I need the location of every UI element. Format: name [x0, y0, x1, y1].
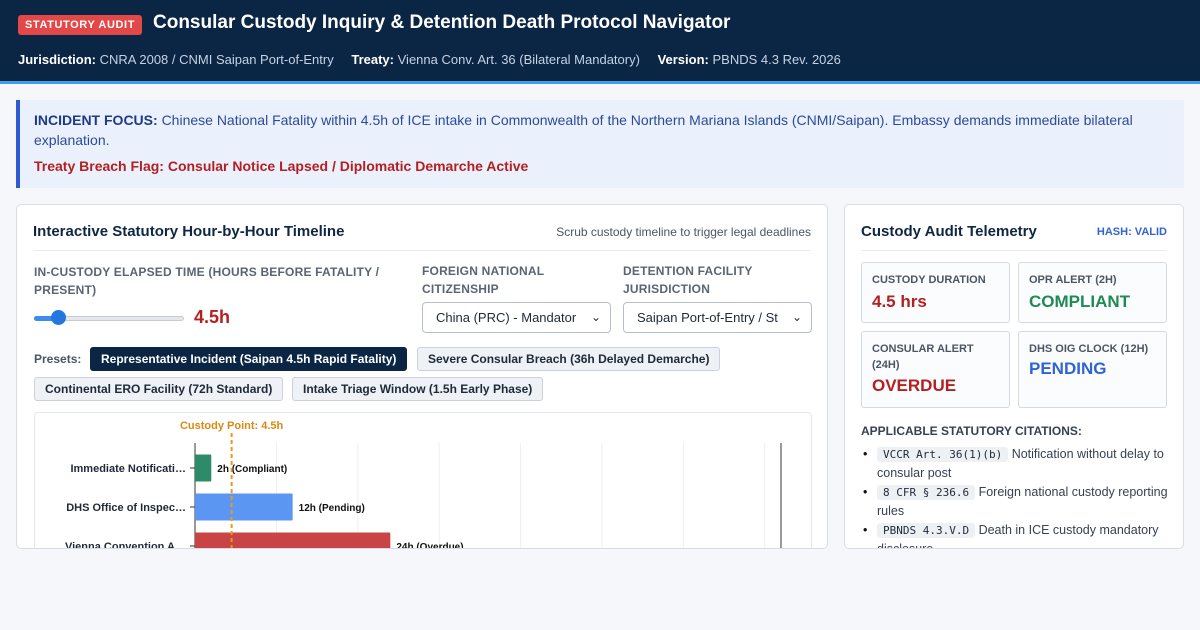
version-value: PBNDS 4.3 Rev. 2026	[712, 52, 841, 67]
facility-label-line1: DETENTION FACILITY	[623, 264, 753, 278]
statutory-audit-badge: STATUTORY AUDIT	[18, 15, 143, 35]
elapsed-time-value: 4.5h	[194, 307, 231, 327]
citation-code: PBNDS 4.3.V.D	[877, 523, 976, 538]
page-title: Consular Custody Inquiry & Detention Dea…	[153, 12, 731, 33]
preset-intake-triage[interactable]: Intake Triage Window (1.5h Early Phase)	[292, 377, 544, 401]
presets-label: Presets:	[34, 352, 82, 366]
chart-data-label: 24h (Overdue)	[396, 542, 463, 549]
citation-code: 8 CFR § 236.6	[877, 485, 976, 500]
citation-item: VCCR Art. 36(1)(b) Notification without …	[861, 445, 1171, 483]
tile-opr-alert: OPR ALERT (2H) COMPLIANT	[1018, 262, 1167, 323]
citation-item: PBNDS 4.3.V.D Death in ICE custody manda…	[861, 521, 1171, 548]
tile-value: COMPLIANT	[1029, 292, 1131, 311]
chart-bar	[195, 454, 212, 482]
citizenship-select[interactable]: China (PRC) - Mandator ⌄	[422, 302, 611, 333]
timeline-title: Interactive Statutory Hour-by-Hour Timel…	[33, 223, 345, 240]
elapsed-time-label: IN-CUSTODY ELAPSED TIME (HOURS BEFORE FA…	[34, 263, 404, 299]
tile-value: 4.5 hrs	[872, 292, 927, 311]
incident-banner: INCIDENT FOCUS: Chinese National Fatalit…	[16, 100, 1184, 188]
tile-label: CUSTODY DURATION	[872, 274, 986, 286]
tile-consular-alert: CONSULAR ALERT (24H) OVERDUE	[861, 331, 1010, 408]
header-meta: Jurisdiction: CNRA 2008 / CNMI Saipan Po…	[18, 52, 841, 67]
citizenship-label: FOREIGN NATIONAL CITIZENSHIP	[422, 262, 612, 298]
telemetry-panel: Custody Audit Telemetry HASH: VALID CUST…	[844, 204, 1184, 549]
deadline-chart: Immediate Notificati… 2h (Compliant) DHS O…	[65, 420, 782, 549]
preset-severe-consular-breach[interactable]: Severe Consular Breach (36h Delayed Dema…	[417, 347, 721, 371]
chart-data-label: 2h (Compliant)	[217, 464, 287, 475]
chevron-down-icon: ⌄	[589, 303, 603, 332]
chevron-down-icon: ⌄	[790, 303, 804, 332]
facility-label-line2: JURISDICTION	[623, 282, 711, 296]
preset-representative-incident[interactable]: Representative Incident (Saipan 4.5h Rap…	[90, 347, 408, 371]
tile-label: OPR ALERT (2H)	[1029, 274, 1117, 286]
treaty-value: Vienna Conv. Art. 36 (Bilateral Mandator…	[397, 52, 640, 67]
hash-status: HASH: VALID	[1096, 226, 1167, 238]
citizenship-label-line2: CITIZENSHIP	[422, 282, 499, 296]
tile-label: CONSULAR ALERT (24H)	[872, 343, 974, 371]
tile-label: DHS OIG CLOCK (12H)	[1029, 343, 1149, 355]
treaty-breach-flag: Treaty Breach Flag: Consular Notice Laps…	[34, 158, 529, 174]
elapsed-time-label-line2: PRESENT)	[34, 283, 97, 297]
treaty-label: Treaty:	[351, 52, 394, 67]
version-label: Version:	[657, 52, 709, 67]
chart-bar	[195, 493, 293, 521]
tile-dhs-oig-clock: DHS OIG CLOCK (12H) PENDING	[1018, 331, 1167, 408]
incident-focus-text: Chinese National Fatality within 4.5h of…	[34, 112, 1133, 148]
citizenship-selected-value: China (PRC) - Mandator	[436, 310, 577, 325]
chart-bar	[195, 532, 391, 548]
tile-custody-duration: CUSTODY DURATION 4.5 hrs	[861, 262, 1010, 323]
telemetry-panel-header: Custody Audit Telemetry HASH: VALID	[861, 205, 1167, 251]
citizenship-label-line1: FOREIGN NATIONAL	[422, 264, 545, 278]
chart-category-label: Immediate Notificati…	[70, 463, 186, 475]
chart-category-label: Vienna Convention A…	[65, 541, 186, 549]
facility-selected-value: Saipan Port-of-Entry / St	[637, 310, 778, 325]
chart-category-label: DHS Office of Inspec…	[66, 502, 186, 514]
incident-focus: INCIDENT FOCUS: Chinese National Fatalit…	[34, 110, 1168, 150]
jurisdiction-value: CNRA 2008 / CNMI Saipan Port-of-Entry	[99, 52, 334, 67]
elapsed-time-label-line1: IN-CUSTODY ELAPSED TIME (HOURS BEFORE FA…	[34, 265, 380, 279]
deadline-chart-container: Immediate Notificati… 2h (Compliant) DHS O…	[34, 412, 812, 549]
custody-point-label: Custody Point: 4.5h	[180, 420, 284, 432]
slider-thumb[interactable]	[51, 310, 66, 325]
timeline-panel: Interactive Statutory Hour-by-Hour Timel…	[16, 204, 828, 549]
preset-continental-ero[interactable]: Continental ERO Facility (72h Standard)	[34, 377, 284, 401]
citations-list: VCCR Art. 36(1)(b) Notification without …	[861, 445, 1171, 548]
citations-title: APPLICABLE STATUTORY CITATIONS:	[861, 424, 1082, 438]
facility-label: DETENTION FACILITY JURISDICTION	[623, 262, 813, 298]
tile-value: OVERDUE	[872, 376, 957, 395]
facility-select[interactable]: Saipan Port-of-Entry / St ⌄	[623, 302, 812, 333]
elapsed-time-slider[interactable]	[34, 310, 184, 325]
citation-item: 8 CFR § 236.6 Foreign national custody r…	[861, 483, 1171, 521]
jurisdiction-label: Jurisdiction:	[18, 52, 97, 67]
citation-code: VCCR Art. 36(1)(b)	[877, 447, 1009, 462]
timeline-hint: Scrub custody timeline to trigger legal …	[556, 225, 811, 239]
telemetry-title: Custody Audit Telemetry	[861, 223, 1037, 240]
incident-focus-label: INCIDENT FOCUS:	[34, 112, 158, 128]
tile-value: PENDING	[1029, 359, 1107, 378]
timeline-panel-header: Interactive Statutory Hour-by-Hour Timel…	[33, 205, 811, 251]
chart-data-label: 12h (Pending)	[299, 503, 365, 514]
app-header: STATUTORY AUDIT Consular Custody Inquiry…	[0, 0, 1200, 84]
